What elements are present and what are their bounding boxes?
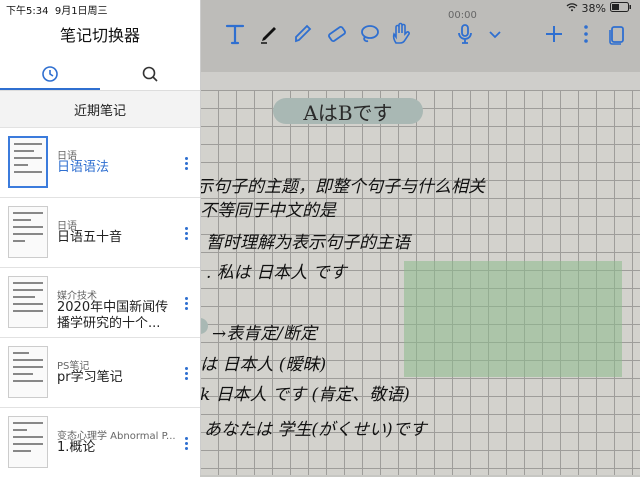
add-icon[interactable] <box>540 20 568 48</box>
clock-icon <box>42 66 58 82</box>
tab-recent[interactable] <box>0 58 100 90</box>
note-title: 日语语法 <box>57 160 110 175</box>
list-item[interactable]: 日语 日语五十音 <box>0 197 200 267</box>
more-vertical-icon[interactable] <box>572 20 600 48</box>
more-options-icon[interactable] <box>180 292 192 314</box>
note-title: 2020年中国新闻传播学研究的十个... <box>57 300 169 331</box>
list-item[interactable]: PS笔记 pr学习笔记 <box>0 337 200 407</box>
section-header: 近期笔记 <box>0 91 200 127</box>
list-item[interactable]: 媒介技术 2020年中国新闻传播学研究的十个... <box>0 267 200 337</box>
status-left: 下午5:34 9月1日周三 <box>6 2 108 17</box>
more-options-icon[interactable] <box>180 222 192 244</box>
tab-search[interactable] <box>100 58 200 90</box>
note-title: 1.概论 <box>57 440 96 455</box>
handwriting-line: k 日本人 です (肯定、敬语) <box>200 385 410 405</box>
note-title: pr学习笔记 <box>57 370 123 385</box>
handwriting-line: . 私は 日本人 です <box>206 263 347 283</box>
list-item[interactable]: 日语 日语语法 <box>0 127 200 197</box>
hand-tool-icon[interactable] <box>387 20 415 48</box>
handwriting-line: 不等同于中文的是 <box>200 201 336 221</box>
panel-title: 笔记切换器 <box>59 26 140 45</box>
chevron-down-icon[interactable] <box>481 20 509 48</box>
handwriting-line: →表肯定/断定 <box>212 324 317 344</box>
pen-tool-icon[interactable] <box>255 20 283 48</box>
highlighter-tool-icon[interactable] <box>289 20 317 48</box>
note-switcher-panel: 下午5:34 9月1日周三 笔记切换器 近期笔记 日语 日语语法 日语 日语五十… <box>0 0 201 477</box>
search-icon <box>142 66 158 82</box>
note-title: 日语五十音 <box>57 230 123 245</box>
list-item[interactable]: 变态心理学 Abnormal P... 1.概论 <box>0 407 200 477</box>
handwriting-line: あなたは 学生(がくせい)です <box>204 420 427 440</box>
note-thumbnail <box>8 136 48 188</box>
eraser-tool-icon[interactable] <box>323 20 351 48</box>
microphone-icon[interactable] <box>451 20 479 48</box>
more-options-icon[interactable] <box>180 152 192 174</box>
note-thumbnail <box>8 206 48 258</box>
more-options-icon[interactable] <box>180 362 192 384</box>
note-thumbnail <box>8 276 48 328</box>
handwriting-line: 暂时理解为表示句子的主语 <box>206 233 410 253</box>
handwriting-line: 示句子的主题，即整个句子与什么相关 <box>196 177 485 197</box>
pages-icon[interactable] <box>603 20 631 48</box>
lasso-tool-icon[interactable] <box>355 20 383 48</box>
text-tool-icon[interactable] <box>221 20 249 48</box>
note-thumbnail <box>8 346 48 398</box>
handwriting-line: は 日本人 (暧昧) <box>200 355 327 375</box>
more-options-icon[interactable] <box>180 432 192 454</box>
highlight-box <box>404 261 622 377</box>
note-heading: AはBです <box>273 98 423 125</box>
note-thumbnail <box>8 416 48 468</box>
battery-percent: 38% <box>581 2 606 15</box>
panel-tabs <box>0 58 200 90</box>
wifi-icon <box>566 2 578 15</box>
status-time: 下午5:34 <box>6 6 49 17</box>
battery-icon <box>610 2 632 15</box>
status-right: 38% <box>566 2 632 15</box>
status-date: 9月1日周三 <box>54 6 108 17</box>
